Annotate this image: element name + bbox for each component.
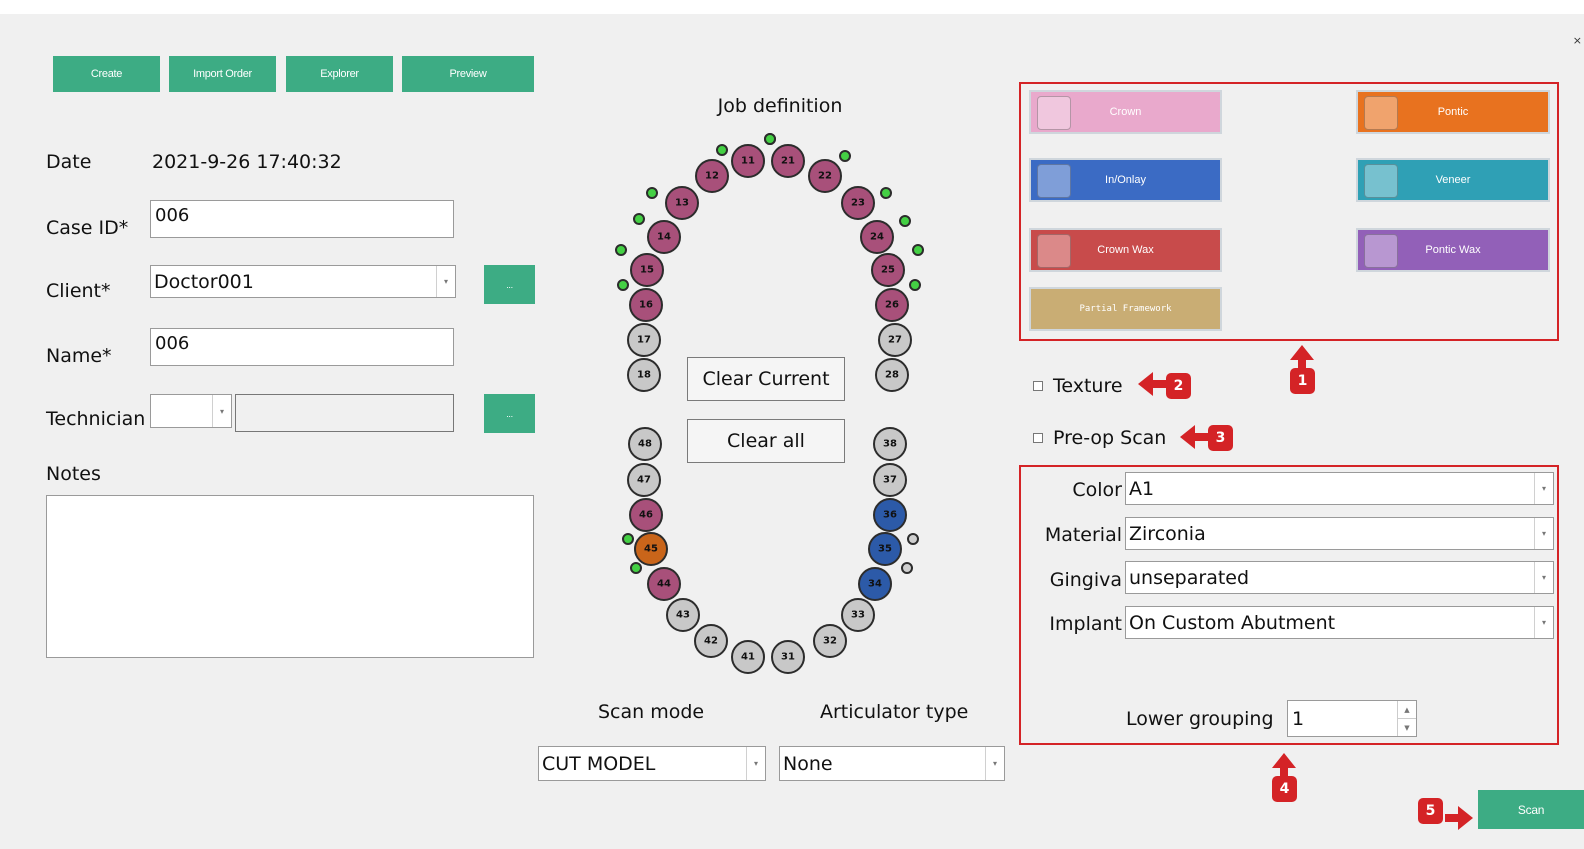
annotation-badge-5: 5 xyxy=(1418,798,1443,824)
arrow-up-icon xyxy=(1272,753,1296,776)
arrow-left-icon xyxy=(1180,425,1208,449)
arrow-right-icon xyxy=(1445,806,1473,830)
arrow-up-icon xyxy=(1290,345,1314,368)
scan-button[interactable]: Scan xyxy=(1478,790,1584,829)
arrow-left-icon xyxy=(1138,372,1166,396)
annotation-badge-4: 4 xyxy=(1272,776,1297,802)
annotation-badge-1: 1 xyxy=(1290,368,1315,394)
annotation-badge-3: 3 xyxy=(1208,425,1233,451)
annotation-badge-2: 2 xyxy=(1166,373,1191,399)
annotation-arrows xyxy=(1138,345,1473,830)
